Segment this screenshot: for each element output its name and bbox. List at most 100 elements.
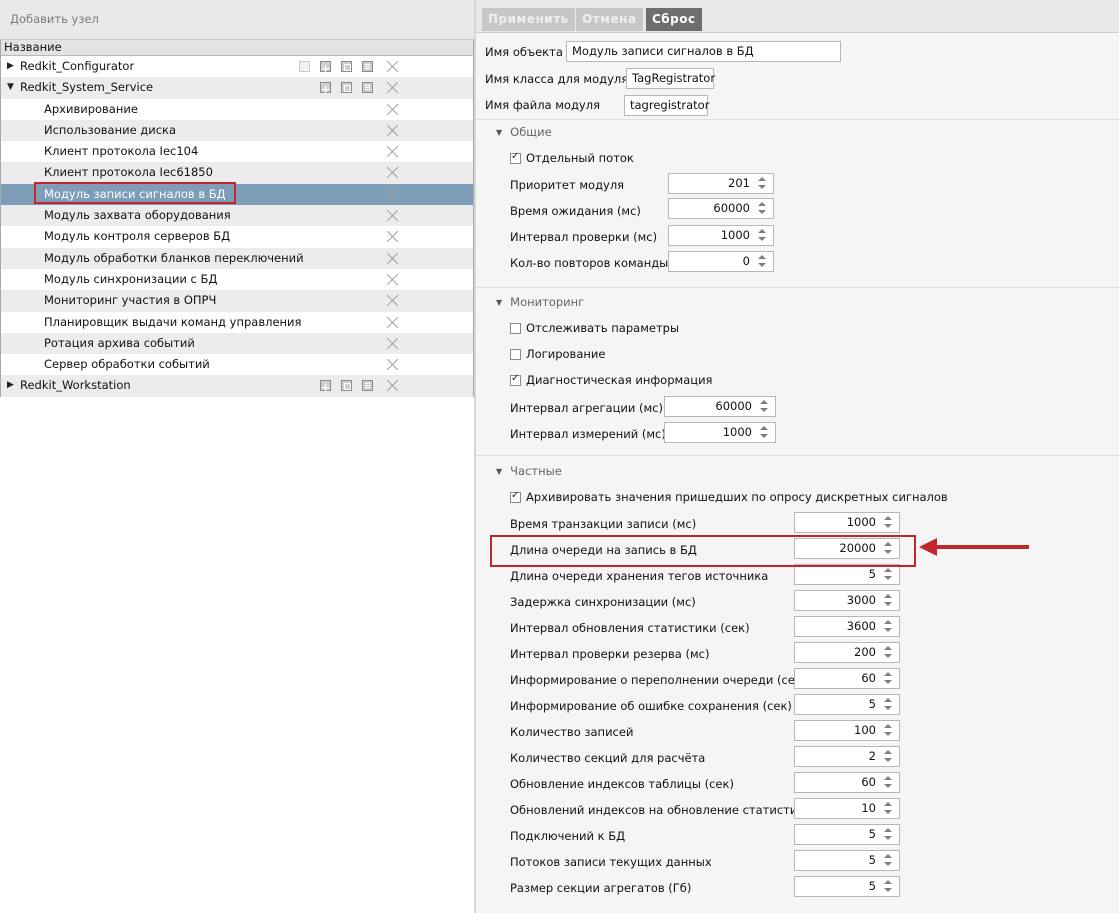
timeout-spinbox[interactable]: 60000 [668, 198, 774, 219]
current-data-threads-spinbox[interactable]: 5 [794, 850, 900, 871]
logging-checkbox[interactable]: Логирование [510, 347, 605, 361]
tree-node-redkit-workstation[interactable]: ▶ Redkit_Workstation [1, 375, 473, 399]
collapse-arrow-icon[interactable]: ▼ [496, 467, 502, 476]
section-private-header[interactable]: ▼ Частные [496, 464, 562, 478]
module-file-field[interactable]: tagregistrator [624, 95, 709, 116]
delete-icon[interactable] [386, 209, 399, 222]
command-retries-spinbox[interactable]: 0 [668, 251, 774, 272]
properties-icon[interactable] [362, 82, 373, 94]
collapse-arrow-icon[interactable]: ▼ [496, 128, 502, 137]
object-name-field[interactable]: Модуль записи сигналов в БД [566, 41, 841, 62]
spin-arrows-icon[interactable] [758, 254, 766, 269]
spin-arrows-icon[interactable] [884, 619, 892, 634]
delete-icon[interactable] [386, 358, 399, 371]
spin-arrows-icon[interactable] [884, 775, 892, 790]
apply-button[interactable]: Применить [482, 8, 575, 31]
tree-node-iec61850-client[interactable]: Клиент протокола Iec61850 [1, 162, 473, 184]
calc-sections-spinbox[interactable]: 2 [794, 746, 900, 767]
tree-node-db-sync[interactable]: Модуль синхронизации с БД [1, 269, 473, 290]
add-child-icon[interactable] [320, 58, 331, 79]
tree-node-event-server[interactable]: Сервер обработки событий [1, 354, 473, 375]
delete-icon[interactable] [386, 166, 399, 179]
spin-arrows-icon[interactable] [760, 399, 768, 414]
measurement-interval-spinbox[interactable]: 1000 [664, 422, 776, 443]
expand-arrow-icon[interactable]: ▶ [7, 375, 14, 396]
delete-icon[interactable] [386, 60, 399, 73]
tree-node-archiving[interactable]: Архивирование [1, 99, 473, 120]
save-error-notify-spinbox[interactable]: 5 [794, 694, 900, 715]
spin-arrows-icon[interactable] [758, 201, 766, 216]
spin-arrows-icon[interactable] [884, 567, 892, 582]
transaction-time-spinbox[interactable]: 1000 [794, 512, 900, 533]
checkbox-checked-icon[interactable] [510, 151, 521, 164]
delete-icon[interactable] [386, 379, 399, 392]
spin-arrows-icon[interactable] [884, 515, 892, 530]
section-general-header[interactable]: ▼ Общие [496, 125, 552, 139]
tree-node-redkit-configurator[interactable]: ▶ Redkit_Configurator [1, 56, 473, 79]
spin-arrows-icon[interactable] [884, 827, 892, 842]
checkbox-unchecked-icon[interactable] [510, 323, 521, 334]
spin-arrows-icon[interactable] [758, 228, 766, 243]
reserve-check-interval-spinbox[interactable]: 200 [794, 642, 900, 663]
copy-icon[interactable] [341, 61, 352, 72]
tree-node-redkit-system-service[interactable]: ▼ Redkit_System_Service [1, 77, 473, 101]
add-child-icon[interactable] [320, 377, 331, 399]
checkbox-checked-icon[interactable] [510, 490, 521, 503]
stats-update-interval-spinbox[interactable]: 3600 [794, 616, 900, 637]
tree-node-event-archive-rotation[interactable]: Ротация архива событий [1, 332, 473, 355]
cancel-button[interactable]: Отмена [576, 8, 643, 31]
spin-arrows-icon[interactable] [884, 801, 892, 816]
index-per-stats-spinbox[interactable]: 10 [794, 798, 900, 819]
tree-node-command-scheduler[interactable]: Планировщик выдачи команд управления [1, 312, 473, 333]
section-monitoring-header[interactable]: ▼ Мониторинг [496, 295, 584, 309]
reset-button[interactable]: Сброс [646, 8, 702, 31]
spin-arrows-icon[interactable] [884, 723, 892, 738]
tree-column-header[interactable]: Название [1, 40, 473, 56]
add-child-icon[interactable] [320, 79, 331, 101]
add-node-button[interactable]: Добавить узел [10, 12, 99, 26]
checkbox-checked-icon[interactable] [510, 373, 521, 386]
collapse-arrow-icon[interactable]: ▼ [496, 298, 502, 307]
delete-icon[interactable] [386, 337, 399, 350]
spin-arrows-icon[interactable] [758, 176, 766, 191]
properties-icon[interactable] [362, 61, 373, 72]
properties-icon[interactable] [362, 380, 373, 392]
spin-arrows-icon[interactable] [884, 671, 892, 686]
delete-icon[interactable] [386, 252, 399, 265]
delete-icon[interactable] [386, 103, 399, 116]
priority-spinbox[interactable]: 201 [668, 173, 774, 194]
index-update-spinbox[interactable]: 60 [794, 772, 900, 793]
queue-overflow-notify-spinbox[interactable]: 60 [794, 668, 900, 689]
tree-node-equipment-capture[interactable]: Модуль захвата оборудования [1, 205, 473, 227]
tree-node-iec104-client[interactable]: Клиент протокола Iec104 [1, 141, 473, 162]
copy-icon[interactable] [341, 82, 352, 94]
delete-icon[interactable] [386, 81, 399, 94]
spin-arrows-icon[interactable] [884, 645, 892, 660]
tree-node-db-server-control[interactable]: Модуль контроля серверов БД [1, 226, 473, 247]
spin-arrows-icon[interactable] [884, 853, 892, 868]
checkbox-icon[interactable] [299, 61, 310, 72]
spin-arrows-icon[interactable] [884, 749, 892, 764]
check-interval-spinbox[interactable]: 1000 [668, 225, 774, 246]
delete-icon[interactable] [386, 273, 399, 286]
track-parameters-checkbox[interactable]: Отслеживать параметры [510, 321, 679, 335]
delete-icon[interactable] [386, 188, 399, 201]
sync-delay-spinbox[interactable]: 3000 [794, 590, 900, 611]
checkbox-unchecked-icon[interactable] [510, 349, 521, 360]
diagnostics-checkbox[interactable]: Диагностическая информация [510, 373, 712, 387]
delete-icon[interactable] [386, 124, 399, 137]
delete-icon[interactable] [386, 230, 399, 243]
tree-node-switching-forms[interactable]: Модуль обработки бланков переключений [1, 247, 473, 269]
spin-arrows-icon[interactable] [760, 425, 768, 440]
delete-icon[interactable] [386, 294, 399, 307]
spin-arrows-icon[interactable] [884, 879, 892, 894]
source-tag-queue-spinbox[interactable]: 5 [794, 564, 900, 585]
spin-arrows-icon[interactable] [884, 593, 892, 608]
delete-icon[interactable] [386, 316, 399, 329]
aggregation-interval-spinbox[interactable]: 60000 [664, 396, 776, 417]
delete-icon[interactable] [386, 145, 399, 158]
separate-thread-checkbox[interactable]: Отдельный поток [510, 151, 634, 165]
collapse-arrow-icon[interactable]: ▼ [7, 77, 14, 98]
copy-icon[interactable] [341, 380, 352, 392]
expand-arrow-icon[interactable]: ▶ [7, 56, 14, 77]
